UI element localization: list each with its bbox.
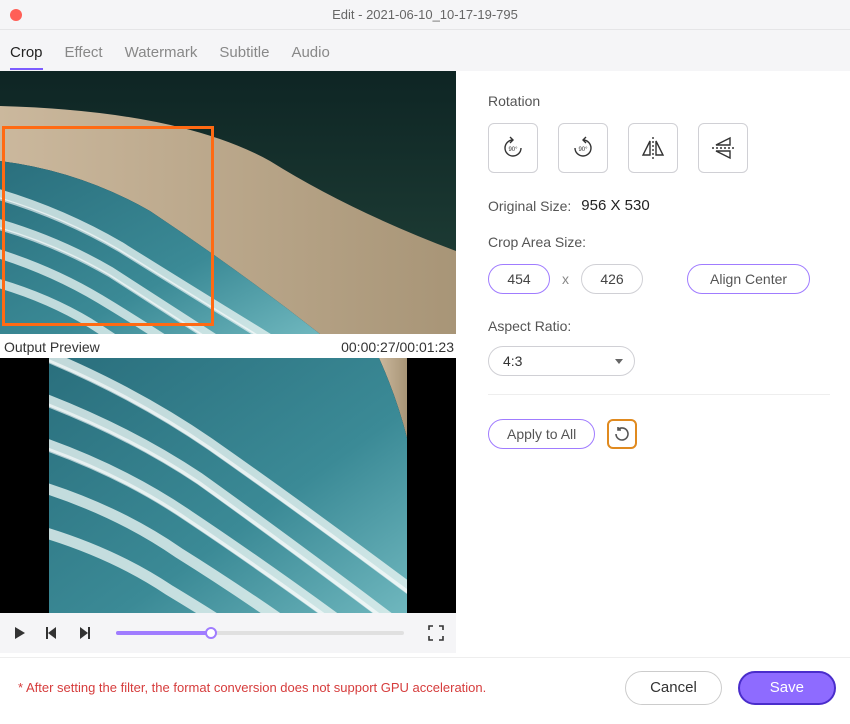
window-title: Edit - 2021-06-10_10-17-19-795: [0, 7, 850, 22]
align-center-button[interactable]: Align Center: [687, 264, 810, 294]
close-window-button[interactable]: [10, 9, 22, 21]
prev-frame-button[interactable]: [42, 623, 62, 643]
tab-watermark[interactable]: Watermark: [125, 44, 198, 61]
source-preview[interactable]: [0, 71, 456, 334]
flip-vertical-button[interactable]: [698, 123, 748, 173]
editor-tabs: Crop Effect Watermark Subtitle Audio: [0, 30, 850, 71]
aspect-ratio-select[interactable]: 4:3: [488, 346, 635, 376]
size-separator: x: [562, 271, 569, 287]
output-preview-label: Output Preview: [4, 339, 100, 355]
player-controls: [0, 613, 456, 653]
svg-text:90°: 90°: [578, 147, 588, 153]
progress-slider[interactable]: [116, 631, 404, 635]
crop-area-size-label: Crop Area Size:: [488, 234, 830, 250]
rotation-label: Rotation: [488, 93, 830, 109]
rotate-ccw-90-button[interactable]: 90°: [488, 123, 538, 173]
original-size-value: 956 X 530: [581, 197, 649, 214]
crop-height-input[interactable]: [581, 264, 643, 294]
output-preview: [0, 358, 456, 613]
tab-audio[interactable]: Audio: [291, 44, 329, 61]
cancel-button[interactable]: Cancel: [625, 671, 722, 705]
footer-bar: * After setting the filter, the format c…: [0, 657, 850, 717]
next-frame-button[interactable]: [74, 623, 94, 643]
crop-width-input[interactable]: [488, 264, 550, 294]
tab-crop[interactable]: Crop: [10, 44, 43, 61]
crop-rectangle[interactable]: [2, 126, 214, 326]
rotate-cw-90-button[interactable]: 90°: [558, 123, 608, 173]
reset-button[interactable]: [607, 419, 637, 449]
aspect-ratio-label: Aspect Ratio:: [488, 318, 830, 334]
play-button[interactable]: [10, 623, 30, 643]
tab-effect[interactable]: Effect: [65, 44, 103, 61]
apply-to-all-button[interactable]: Apply to All: [488, 419, 595, 449]
svg-text:90°: 90°: [508, 147, 518, 153]
original-size-label: Original Size:: [488, 198, 571, 214]
fullscreen-button[interactable]: [426, 623, 446, 643]
preview-info-row: Output Preview 00:00:27/00:01:23: [0, 334, 456, 358]
title-bar: Edit - 2021-06-10_10-17-19-795: [0, 0, 850, 30]
save-button[interactable]: Save: [738, 671, 836, 705]
tab-subtitle[interactable]: Subtitle: [219, 44, 269, 61]
timecode: 00:00:27/00:01:23: [341, 339, 454, 355]
footer-warning: * After setting the filter, the format c…: [18, 680, 625, 695]
flip-horizontal-button[interactable]: [628, 123, 678, 173]
divider: [488, 394, 830, 395]
